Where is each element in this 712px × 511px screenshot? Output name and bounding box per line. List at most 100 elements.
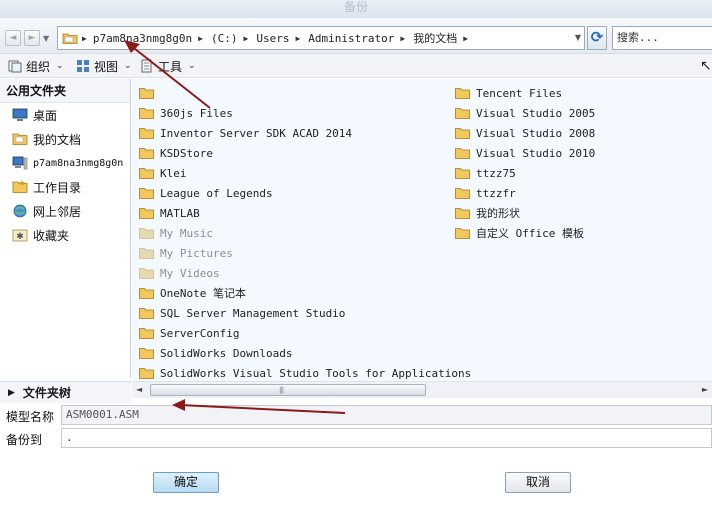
breadcrumb-separator-icon[interactable]: ▶ <box>400 34 405 43</box>
list-item[interactable]: SolidWorks Downloads <box>139 343 292 363</box>
toolbar: 组织 ⌄ 视图 ⌄ 工具 ⌄ ↖ <box>0 54 712 78</box>
back-button[interactable]: ◄ <box>5 30 21 46</box>
list-item[interactable]: ttzzfr <box>455 183 516 203</box>
sidebar-item-label: 网上邻居 <box>33 204 82 219</box>
list-item[interactable]: My Videos <box>139 263 220 283</box>
organize-label: 组织 <box>26 59 51 74</box>
organize-menu[interactable]: 组织 ⌄ <box>8 57 64 75</box>
list-item[interactable]: Visual Studio 2008 <box>455 123 595 143</box>
list-item[interactable]: SolidWorks Visual Studio Tools for Appli… <box>139 363 471 383</box>
scroll-right-icon[interactable]: ► <box>702 385 708 394</box>
file-name: Visual Studio 2010 <box>476 146 596 160</box>
file-name: SolidWorks Downloads <box>160 346 293 360</box>
list-item[interactable]: League of Legends <box>139 183 273 203</box>
history-dropdown-icon[interactable]: ▼ <box>43 34 49 43</box>
breadcrumb-users[interactable]: Users <box>256 32 289 45</box>
list-item[interactable]: My Music <box>139 223 213 243</box>
breadcrumb-administrator[interactable]: Administrator <box>308 32 394 45</box>
file-name: SQL Server Management Studio <box>160 306 346 320</box>
breadcrumb-separator-icon[interactable]: ▶ <box>82 34 87 43</box>
breadcrumb-separator-icon[interactable]: ▶ <box>295 34 300 43</box>
sidebar-item-desktop[interactable]: 桌面 <box>0 103 130 127</box>
list-item[interactable]: My Pictures <box>139 243 233 263</box>
breadcrumb-separator-icon[interactable]: ▶ <box>244 34 249 43</box>
breadcrumb-separator-icon[interactable]: ▶ <box>463 34 468 43</box>
window-title: 备份 <box>343 0 368 14</box>
sidebar-item-label: 我的文档 <box>33 132 82 147</box>
folder-icon <box>139 308 154 319</box>
expand-triangle-icon: ▶ <box>8 387 15 398</box>
folder-tree-toggle[interactable]: ▶ 文件夹树 <box>0 381 131 403</box>
scroll-left-icon[interactable]: ◄ <box>136 385 142 394</box>
address-dropdown-icon[interactable]: ▼ <box>575 33 581 42</box>
file-name: My Music <box>160 226 213 240</box>
list-item[interactable]: KSDStore <box>139 143 213 163</box>
tools-icon <box>141 59 152 73</box>
search-input[interactable]: 搜索... <box>612 26 712 50</box>
scrollbar-thumb[interactable]: ||| <box>150 384 426 396</box>
folder-icon <box>455 208 470 219</box>
file-name: ttzz75 <box>476 166 516 180</box>
cancel-button[interactable]: 取消 <box>505 472 571 493</box>
tools-menu[interactable]: 工具 ⌄ <box>140 57 196 75</box>
list-item[interactable]: 自定义 Office 模板 <box>455 223 584 243</box>
refresh-button[interactable]: ⟳ <box>587 26 607 50</box>
view-menu[interactable]: 视图 ⌄ <box>76 57 132 75</box>
folder-icon <box>139 248 154 259</box>
list-item[interactable]: ServerConfig <box>139 323 239 343</box>
sidebar-item-computer[interactable]: p7am8na3nmg8g0n <box>0 151 130 175</box>
list-item[interactable]: SQL Server Management Studio <box>139 303 345 323</box>
list-item[interactable]: 我的形状 <box>455 203 520 223</box>
sidebar-item-my-documents[interactable]: 我的文档 <box>0 127 130 151</box>
breadcrumb-separator-icon[interactable]: ▶ <box>198 34 203 43</box>
folder-icon <box>455 228 470 239</box>
folder-tree-label: 文件夹树 <box>22 386 71 400</box>
file-name: My Videos <box>160 266 220 280</box>
folder-icon <box>139 328 154 339</box>
list-item[interactable]: 360js Files <box>139 103 233 123</box>
address-bar[interactable]: ▶ p7am8na3nmg8g0n ▶ (C:) ▶ Users ▶ Admin… <box>57 26 585 50</box>
list-item[interactable]: ttzz75 <box>455 163 516 183</box>
tools-label: 工具 <box>158 59 183 74</box>
organize-icon <box>8 60 22 73</box>
folder-icon <box>139 88 154 99</box>
folder-icon <box>139 348 154 359</box>
list-item[interactable]: Visual Studio 2010 <box>455 143 595 163</box>
list-item[interactable]: Tencent Files <box>455 83 562 103</box>
list-item[interactable]: Visual Studio 2005 <box>455 103 595 123</box>
sidebar-item-network[interactable]: 网上邻居 <box>0 199 130 223</box>
sidebar-item-label: 工作目录 <box>33 180 82 195</box>
mouse-cursor-icon: ↖ <box>700 58 712 74</box>
ok-button[interactable]: 确定 <box>153 472 219 493</box>
list-item[interactable]: Klei <box>139 163 187 183</box>
breadcrumb: ▶ p7am8na3nmg8g0n ▶ (C:) ▶ Users ▶ Admin… <box>82 27 476 49</box>
grip-icon: ||| <box>279 386 284 394</box>
folder-icon <box>139 168 154 179</box>
model-name-field: ASM0001.ASM <box>61 405 712 425</box>
horizontal-scrollbar[interactable]: ◄ ||| ► <box>132 381 712 398</box>
file-name: Visual Studio 2008 <box>476 126 596 140</box>
breadcrumb-computer[interactable]: p7am8na3nmg8g0n <box>93 32 192 45</box>
backup-to-field[interactable]: . <box>61 428 712 448</box>
list-item[interactable]: Inventor Server SDK ACAD 2014 <box>139 123 352 143</box>
forward-arrow-icon: ► <box>28 33 36 43</box>
forward-button[interactable]: ► <box>24 30 40 46</box>
sidebar-item-favorites[interactable]: ✱ 收藏夹 <box>0 223 130 247</box>
desktop-icon <box>12 108 28 121</box>
navigation-bar: ◄ ► ▼ ▶ p7am8na3nmg8g0n ▶ (C:) ▶ Users ▶… <box>0 18 712 54</box>
svg-text:✱: ✱ <box>16 232 24 242</box>
working-directory-icon <box>12 180 28 193</box>
title-bar: 备份 <box>0 0 712 18</box>
list-item[interactable] <box>139 83 160 103</box>
breadcrumb-drive[interactable]: (C:) <box>211 32 238 45</box>
refresh-icon: ⟳ <box>590 28 604 46</box>
folder-icon <box>455 168 470 179</box>
list-item[interactable]: MATLAB <box>139 203 200 223</box>
view-icon <box>77 60 89 72</box>
sidebar-item-working-directory[interactable]: 工作目录 <box>0 175 130 199</box>
list-item[interactable]: OneNote 笔记本 <box>139 283 246 303</box>
breadcrumb-my-documents[interactable]: 我的文档 <box>413 30 457 46</box>
folder-icon <box>455 108 470 119</box>
file-name: Inventor Server SDK ACAD 2014 <box>160 126 353 140</box>
folder-icon <box>139 288 154 299</box>
